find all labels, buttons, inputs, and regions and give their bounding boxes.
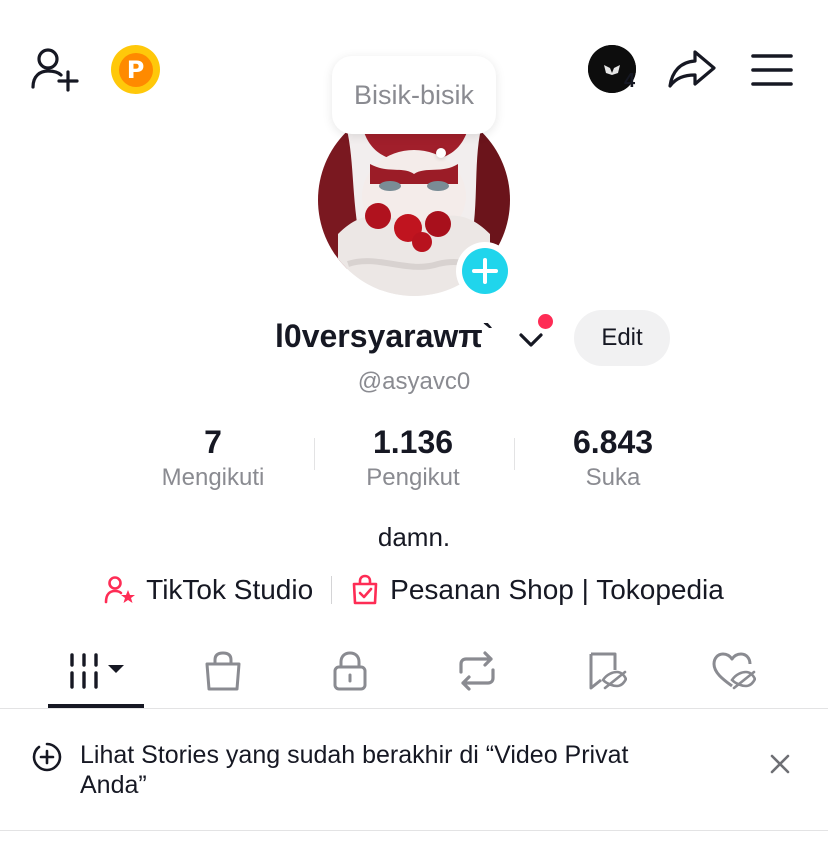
tiktok-studio-link[interactable]: TikTok Studio: [104, 574, 313, 606]
stat-likes-value: 6.843: [572, 424, 654, 460]
shop-orders-link[interactable]: Pesanan Shop | Tokopedia: [350, 574, 724, 606]
bag-icon: [205, 651, 241, 691]
tabs-divider: [0, 708, 828, 709]
profile-bio: damn.: [377, 522, 451, 552]
add-friend-icon[interactable]: [28, 44, 84, 96]
tab-liked[interactable]: [684, 636, 782, 706]
tab-videos[interactable]: [47, 636, 145, 706]
heart-hidden-icon: [712, 652, 756, 690]
notification-dot: [538, 314, 553, 329]
stat-followers[interactable]: 1.136 Pengikut: [313, 422, 513, 494]
tab-private[interactable]: [301, 636, 399, 706]
share-icon[interactable]: [666, 46, 718, 92]
tab-shop[interactable]: [174, 636, 272, 706]
edit-profile-button[interactable]: Edit: [574, 310, 670, 366]
whisper-bubble-tail: [436, 148, 446, 158]
points-coin-label: P: [118, 52, 153, 87]
stat-likes-label: Suka: [585, 464, 641, 491]
display-name[interactable]: l0versyarawπ`: [275, 318, 493, 355]
grid-icon: [70, 653, 124, 689]
profile-tabs: [0, 636, 828, 708]
link-divider: [331, 576, 333, 604]
tab-reposts[interactable]: [428, 636, 526, 706]
tiktok-studio-icon: [104, 576, 136, 604]
notice-divider: [0, 830, 828, 831]
stories-notice-text: Lihat Stories yang sudah berakhir di “Vi…: [80, 741, 629, 799]
stat-following[interactable]: 7 Mengikuti: [113, 422, 313, 494]
stories-plus-icon: [32, 742, 62, 772]
tab-favorites[interactable]: [556, 636, 654, 706]
username-handle: @asyavc0: [357, 368, 471, 395]
add-story-button[interactable]: [456, 242, 514, 300]
shop-orders-label: Pesanan Shop | Tokopedia: [390, 574, 724, 605]
bookmark-hidden-icon: [589, 652, 627, 690]
stat-followers-value: 1.136: [372, 424, 454, 460]
whisper-bubble-label: Bisik-bisik: [353, 79, 474, 110]
points-coin-icon[interactable]: P: [111, 45, 160, 94]
shop-bag-icon: [352, 574, 378, 605]
whisper-bubble[interactable]: Bisik-bisik: [332, 56, 496, 134]
tiktok-studio-label: TikTok Studio: [146, 574, 314, 605]
profile-links: TikTok Studio Pesanan Shop | Tokopedia: [0, 568, 828, 612]
stat-following-value: 7: [204, 424, 222, 460]
close-icon[interactable]: [764, 748, 796, 780]
menu-icon[interactable]: [750, 50, 794, 90]
lock-icon: [333, 651, 367, 691]
story-count-badge: 4: [624, 70, 636, 92]
chevron-down-icon[interactable]: [516, 326, 546, 354]
stat-followers-label: Pengikut: [366, 464, 460, 491]
repost-icon: [459, 651, 495, 691]
stat-likes[interactable]: 6.843 Suka: [513, 422, 713, 494]
stat-following-label: Mengikuti: [161, 464, 265, 491]
plus-icon: [462, 248, 508, 294]
